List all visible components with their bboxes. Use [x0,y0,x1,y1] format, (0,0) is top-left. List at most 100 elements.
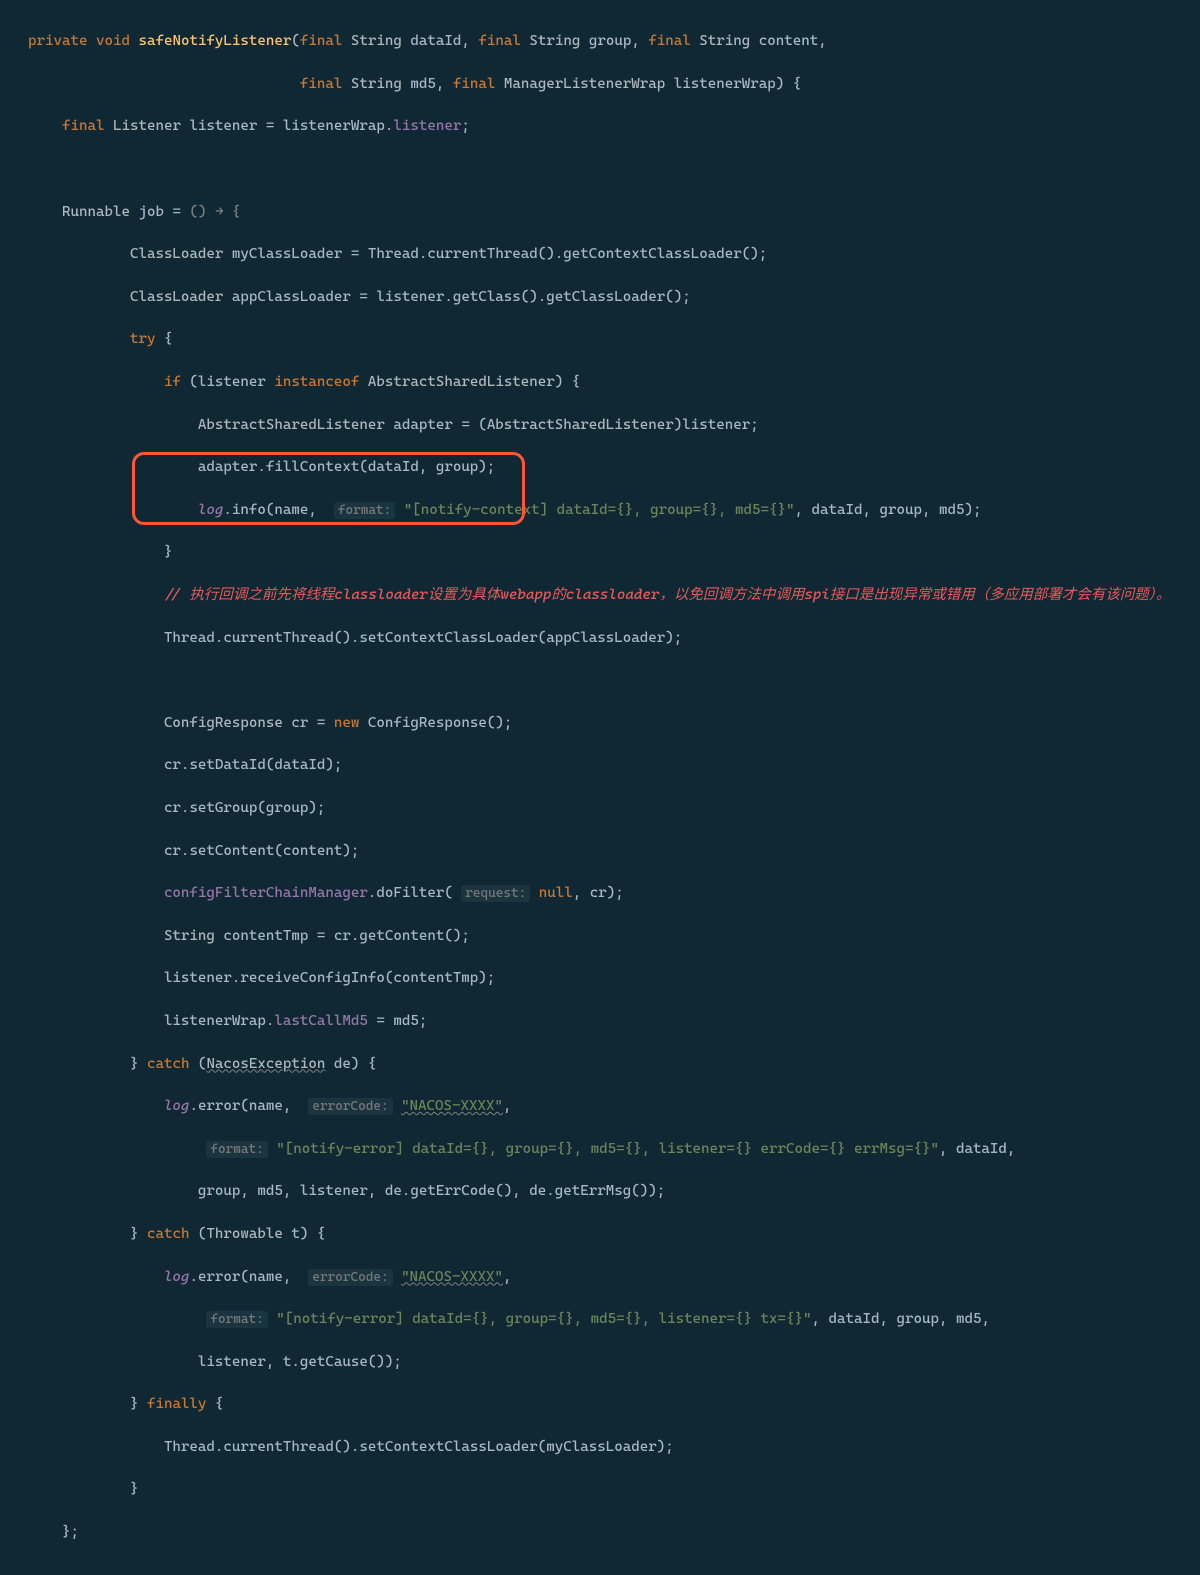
lambda: () → { [189,204,240,220]
param: md5 [410,76,436,92]
keyword: catch [147,1226,189,1242]
keyword: final [648,33,690,49]
code-line: } catch (Throwable t) { [28,1224,1200,1245]
type: String [351,76,402,92]
code-line: } [28,542,1200,563]
var: myClassLoader [232,246,342,262]
keyword: private [28,33,87,49]
method: getCause [300,1354,368,1370]
method: setContextClassLoader [359,1439,537,1455]
code-line: } finally { [28,1394,1200,1415]
keyword: final [453,76,495,92]
code-line: final Listener listener = listenerWrap.l… [28,116,1200,137]
type: ConfigResponse [164,715,283,731]
param-hint: format: [206,1311,267,1328]
param-hint: format: [206,1141,267,1158]
method: setContextClassLoader [359,630,537,646]
keyword: try [130,331,156,347]
type: ClassLoader [130,246,223,262]
var: t [291,1226,300,1242]
param: group [589,33,631,49]
keyword: new [334,715,360,731]
code-line: Thread.currentThread().setContextClassLo… [28,628,1200,649]
code-line: log.error(name, errorCode: "NACOS-XXXX", [28,1096,1200,1117]
param-hint: format: [334,502,395,519]
method-name: safeNotifyListener [138,33,291,49]
string: "[notify-error] dataId={}, group={}, md5… [276,1311,811,1327]
var: cr [291,715,308,731]
code-line [28,159,1200,180]
method: currentThread [223,630,333,646]
method: getErrMsg [555,1183,631,1199]
keyword: if [164,374,181,390]
param: dataId [410,33,461,49]
code-line: Runnable job = () → { [28,202,1200,223]
method: info [232,502,266,518]
code-line: String contentTmp = cr.getContent(); [28,926,1200,947]
type: AbstractSharedListener [487,417,674,433]
type: AbstractSharedListener [368,374,555,390]
keyword: final [62,118,104,134]
code-line: }; [28,1522,1200,1543]
method: getContent [359,928,444,944]
string: "[notify-context] dataId={}, group={}, m… [404,502,795,518]
code-line: cr.setContent(content); [28,841,1200,862]
code-line: listenerWrap.lastCallMd5 = md5; [28,1011,1200,1032]
code-line: group, md5, listener, de.getErrCode(), d… [28,1181,1200,1202]
string: "NACOS-XXXX" [401,1269,503,1285]
type: String [164,928,215,944]
method: currentThread [427,246,537,262]
keyword: null [539,885,573,901]
method: getClassLoader [546,289,665,305]
type: AbstractSharedListener [198,417,385,433]
code-line: listener, t.getCause()); [28,1352,1200,1373]
code-line: Thread.currentThread().setContextClassLo… [28,1437,1200,1458]
type: String [529,33,580,49]
type: String [351,33,402,49]
code-line: ClassLoader appClassLoader = listener.ge… [28,287,1200,308]
field: log [198,502,224,518]
method: setGroup [189,800,257,816]
var: contentTmp [223,928,308,944]
keyword: final [300,76,342,92]
code-line: private void safeNotifyListener(final St… [28,31,1200,52]
code-line: configFilterChainManager.doFilter( reque… [28,883,1200,904]
code-line: try { [28,329,1200,350]
var: appClassLoader [232,289,351,305]
code-line: } catch (NacosException de) { [28,1054,1200,1075]
method: receiveConfigInfo [240,970,384,986]
type: ConfigResponse [368,715,487,731]
param-hint: request: [461,885,530,902]
method: getClass [453,289,521,305]
var: listener [189,118,257,134]
code-editor[interactable]: private void safeNotifyListener(final St… [0,10,1200,1565]
param: content [759,33,818,49]
code-line: } [28,1479,1200,1500]
keyword: instanceof [274,374,359,390]
field: log [164,1098,190,1114]
type: Listener [113,118,181,134]
field: configFilterChainManager [164,885,368,901]
code-line: format: "[notify-error] dataId={}, group… [28,1139,1200,1160]
code-line: final String md5, final ManagerListenerW… [28,74,1200,95]
code-line: cr.setGroup(group); [28,798,1200,819]
field: lastCallMd5 [274,1013,367,1029]
method: error [198,1269,240,1285]
method: getContextClassLoader [563,246,741,262]
method: currentThread [223,1439,333,1455]
keyword: final [478,33,520,49]
keyword: final [300,33,342,49]
keyword: catch [147,1056,189,1072]
method: fillContext [266,459,359,475]
code-line: ConfigResponse cr = new ConfigResponse()… [28,713,1200,734]
type: Throwable [206,1226,282,1242]
field: listener [393,118,461,134]
keyword: finally [147,1396,206,1412]
method: getErrCode [410,1183,495,1199]
method: doFilter [376,885,444,901]
var: job [138,204,164,220]
var: adapter [393,417,452,433]
code-line: format: "[notify-error] dataId={}, group… [28,1309,1200,1330]
method: error [198,1098,240,1114]
type: NacosException [206,1056,325,1072]
